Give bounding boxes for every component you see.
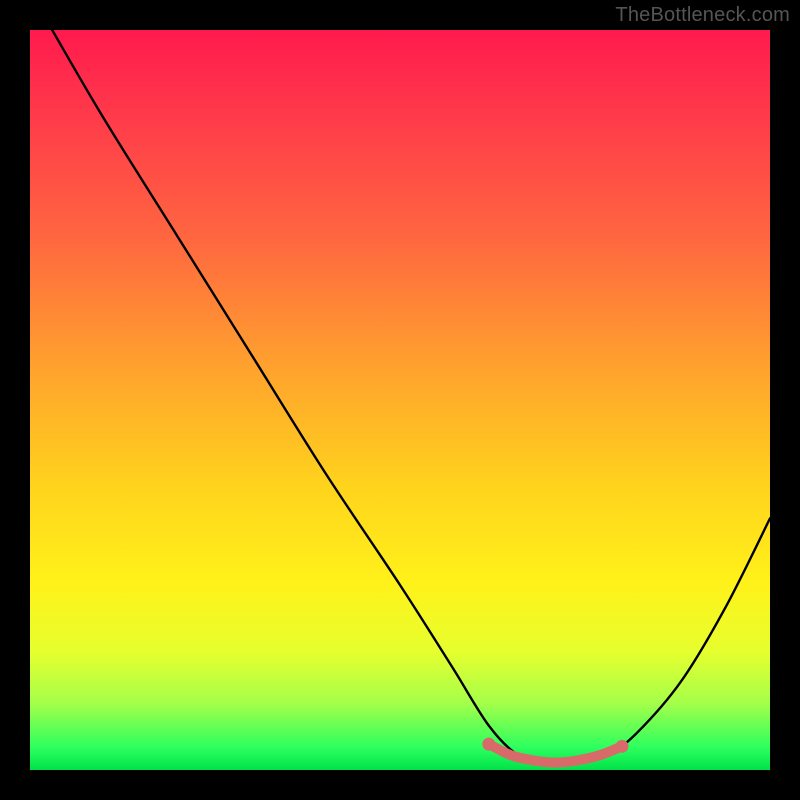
valley-highlight-dot bbox=[482, 738, 495, 751]
chart-frame: TheBottleneck.com bbox=[0, 0, 800, 800]
curve-svg bbox=[30, 30, 770, 770]
bottleneck-curve-path bbox=[52, 30, 770, 764]
watermark-text: TheBottleneck.com bbox=[615, 4, 790, 27]
valley-highlight bbox=[482, 738, 628, 763]
valley-highlight-dot bbox=[616, 740, 629, 753]
plot-area bbox=[30, 30, 770, 770]
